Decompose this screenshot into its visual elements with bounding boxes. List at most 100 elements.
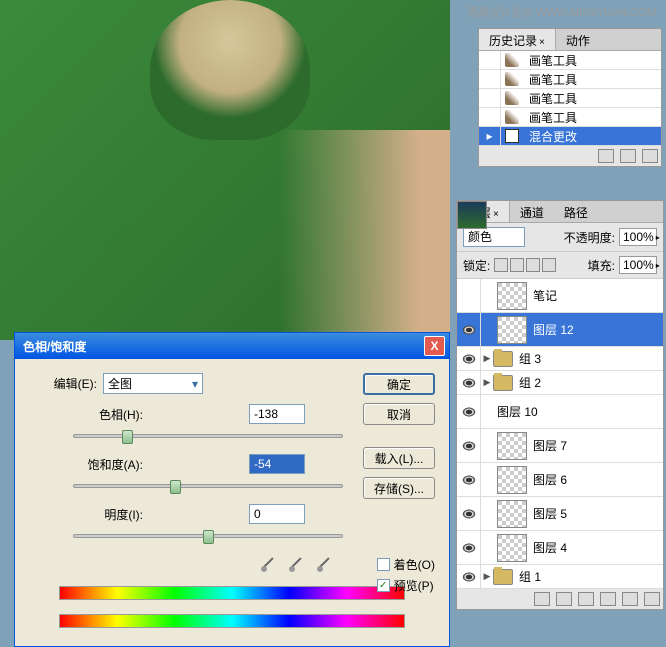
layer-thumbnail[interactable] (497, 316, 527, 344)
close-icon[interactable]: × (539, 37, 545, 48)
edit-select[interactable]: 全图 (103, 373, 203, 394)
tab-history[interactable]: 历史记录× (479, 29, 556, 50)
checkbox-icon (377, 558, 390, 571)
layer-name[interactable]: 组 2 (519, 374, 663, 391)
layer-item[interactable]: 图层 7 (457, 429, 663, 463)
preview-check[interactable]: ✓预览(P) (377, 577, 435, 594)
layer-name[interactable]: 组 3 (519, 350, 663, 367)
dialog-titlebar[interactable]: 色相/饱和度 X (15, 333, 449, 359)
eye-icon[interactable] (462, 354, 476, 364)
eye-icon[interactable] (462, 475, 476, 485)
close-icon[interactable]: × (493, 209, 499, 220)
history-delete-icon[interactable] (642, 149, 658, 163)
saturation-slider[interactable] (73, 484, 343, 488)
visibility-toggle[interactable] (457, 279, 481, 312)
history-new-snapshot-icon[interactable] (598, 149, 614, 163)
layer-item[interactable]: 图层 4 (457, 531, 663, 565)
new-layer-icon[interactable] (622, 592, 638, 606)
lock-position-icon[interactable] (526, 258, 540, 272)
visibility-toggle[interactable] (457, 497, 481, 530)
layer-item[interactable]: 笔记 (457, 279, 663, 313)
history-item[interactable]: 画笔工具 (479, 70, 661, 89)
slider-thumb[interactable] (203, 530, 214, 544)
eye-icon[interactable] (462, 378, 476, 388)
layer-group[interactable]: ▶ 组 3 (457, 347, 663, 371)
eye-icon[interactable] (462, 543, 476, 553)
saturation-input[interactable] (249, 454, 305, 474)
visibility-toggle[interactable] (457, 429, 481, 462)
visibility-toggle[interactable] (457, 347, 481, 370)
chevron-right-icon[interactable]: ▶ (481, 353, 493, 364)
layer-item[interactable]: 图层 12 (457, 313, 663, 347)
layer-name[interactable]: 图层 7 (533, 437, 663, 454)
layer-group[interactable]: ▶ 组 1 (457, 565, 663, 589)
history-item[interactable]: ▸混合更改 (479, 127, 661, 146)
history-item[interactable]: 画笔工具 (479, 108, 661, 127)
visibility-toggle[interactable] (457, 395, 481, 428)
eyedropper-icon[interactable] (259, 554, 277, 572)
delete-layer-icon[interactable] (644, 592, 660, 606)
slider-thumb[interactable] (170, 480, 181, 494)
layer-name[interactable]: 图层 12 (533, 321, 663, 338)
eyedropper-add-icon[interactable] (287, 554, 305, 572)
layer-thumbnail[interactable] (497, 282, 527, 310)
hue-input[interactable] (249, 404, 305, 424)
layer-thumbnail[interactable] (497, 466, 527, 494)
lock-paint-icon[interactable] (510, 258, 524, 272)
layer-thumbnail[interactable] (497, 500, 527, 528)
history-item[interactable]: 画笔工具 (479, 89, 661, 108)
edit-label: 编辑(E): (29, 375, 103, 392)
hue-label: 色相(H): (29, 406, 149, 423)
eyedropper-subtract-icon[interactable] (315, 554, 333, 572)
history-new-doc-icon[interactable] (620, 149, 636, 163)
new-group-icon[interactable] (600, 592, 616, 606)
eye-icon[interactable] (462, 441, 476, 451)
layer-name[interactable]: 图层 6 (533, 471, 663, 488)
visibility-toggle[interactable] (457, 531, 481, 564)
layer-name[interactable]: 图层 4 (533, 539, 663, 556)
chevron-right-icon[interactable]: ▶ (481, 571, 493, 582)
layer-item[interactable]: 图层 5 (457, 497, 663, 531)
lock-all-icon[interactable] (542, 258, 556, 272)
tab-channels[interactable]: 通道 (510, 201, 554, 222)
layer-group[interactable]: ▶ 组 2 (457, 371, 663, 395)
colorize-check[interactable]: 着色(O) (377, 556, 435, 573)
brush-icon (505, 72, 519, 86)
layer-thumbnail[interactable] (497, 534, 527, 562)
visibility-toggle[interactable] (457, 313, 481, 346)
visibility-toggle[interactable] (457, 463, 481, 496)
layer-mask-icon[interactable] (578, 592, 594, 606)
hue-slider[interactable] (73, 434, 343, 438)
layer-style-icon[interactable] (556, 592, 572, 606)
eye-icon[interactable] (462, 509, 476, 519)
layer-item[interactable]: 图层 6 (457, 463, 663, 497)
lock-transparent-icon[interactable] (494, 258, 508, 272)
chevron-right-icon[interactable]: ▶ (481, 377, 493, 388)
layer-name[interactable]: 笔记 (533, 287, 663, 304)
layer-name[interactable]: 图层 5 (533, 505, 663, 522)
eye-icon[interactable] (462, 325, 476, 335)
layer-thumbnail[interactable] (497, 432, 527, 460)
ok-button[interactable]: 确定 (363, 373, 435, 395)
layer-item[interactable]: 图层 10 (457, 395, 663, 429)
lightness-slider[interactable] (73, 534, 343, 538)
history-item[interactable]: 画笔工具 (479, 51, 661, 70)
eye-icon[interactable] (462, 572, 476, 582)
visibility-toggle[interactable] (457, 565, 481, 588)
opacity-input[interactable]: 100% (619, 228, 657, 246)
eye-icon[interactable] (462, 407, 476, 417)
layer-name[interactable]: 图层 10 (497, 403, 663, 420)
layer-name[interactable]: 组 1 (519, 568, 663, 585)
fill-input[interactable]: 100% (619, 256, 657, 274)
close-button[interactable]: X (424, 336, 445, 356)
load-button[interactable]: 载入(L)... (363, 447, 435, 469)
tab-actions[interactable]: 动作 (556, 29, 600, 50)
tab-paths[interactable]: 路径 (554, 201, 598, 222)
blend-mode-select[interactable]: 颜色 (463, 227, 525, 247)
cancel-button[interactable]: 取消 (363, 403, 435, 425)
lightness-input[interactable] (249, 504, 305, 524)
slider-thumb[interactable] (122, 430, 133, 444)
link-layers-icon[interactable] (534, 592, 550, 606)
visibility-toggle[interactable] (457, 371, 481, 394)
save-button[interactable]: 存储(S)... (363, 477, 435, 499)
